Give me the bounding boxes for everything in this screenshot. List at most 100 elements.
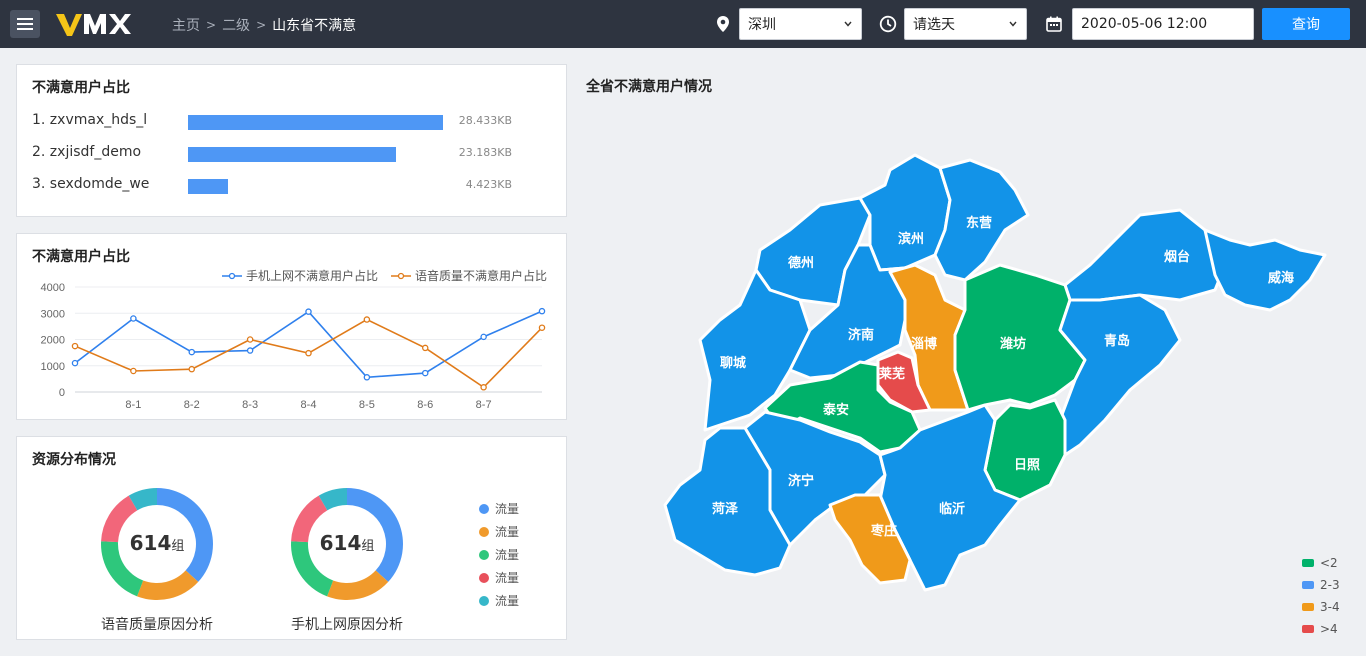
data-point[interactable]: [246, 347, 254, 354]
legend-label: 流量: [495, 594, 520, 608]
query-button[interactable]: 查询: [1262, 8, 1350, 40]
breadcrumb-level2[interactable]: 二级: [222, 15, 250, 35]
menu-icon-line: [17, 23, 33, 25]
map-legend: <2 2-3 3-4 >4: [1302, 552, 1340, 640]
region-label: 潍坊: [1000, 336, 1026, 351]
vmax-logo: [56, 14, 131, 36]
city-select[interactable]: 深圳: [739, 8, 862, 40]
ranking-card: 不满意用户占比 1. zxvmax_hds_l 28.433KB 2. zxji…: [16, 64, 567, 217]
top-bar: 主页 > 二级 > 山东省不满意 深圳 请选天 2020-05-06 12:00…: [0, 0, 1366, 48]
ranking-bar: [188, 115, 443, 130]
x-tick-label: 8-1: [125, 399, 141, 411]
map-title: 全省不满意用户情况: [586, 79, 712, 95]
data-point[interactable]: [130, 315, 137, 322]
donut-center-value: 614组: [97, 531, 217, 555]
ranking-value: 23.183KB: [458, 146, 512, 159]
region-qingdao[interactable]: [1058, 293, 1182, 457]
data-point[interactable]: [538, 324, 546, 331]
legend-swatch: [1302, 581, 1314, 589]
ranking-label: 1. zxvmax_hds_l: [32, 112, 148, 128]
legend-dot: [479, 549, 489, 560]
region-label: 东营: [966, 215, 992, 230]
chevron-right-icon: >: [256, 18, 267, 32]
region-label: 聊城: [720, 355, 746, 370]
data-point[interactable]: [421, 344, 429, 352]
ranking-row[interactable]: 1. zxvmax_hds_l 28.433KB: [32, 111, 552, 131]
donut-center-unit: 组: [361, 539, 375, 554]
breadcrumb-home[interactable]: 主页: [172, 15, 200, 35]
x-tick-label: 8-6: [417, 399, 433, 411]
ranking-row[interactable]: 2. zxjisdf_demo 23.183KB: [32, 143, 552, 163]
x-tick-label: 8-3: [242, 399, 258, 411]
region-label: 威海: [1268, 270, 1294, 285]
donut-slice[interactable]: [137, 570, 199, 600]
map-legend-item[interactable]: 2-3: [1302, 574, 1340, 596]
data-point[interactable]: [71, 342, 79, 350]
pie-legend-item[interactable]: 流量: [479, 589, 519, 612]
donut-center-value: 614组: [287, 531, 407, 555]
y-tick-label: 0: [59, 387, 65, 399]
pie-legend-item[interactable]: 流量: [479, 520, 519, 543]
data-point[interactable]: [480, 333, 487, 341]
data-point[interactable]: [421, 369, 429, 377]
map-legend-item[interactable]: <2: [1302, 552, 1340, 574]
ranking-value: 4.423KB: [465, 178, 512, 191]
region-label: 青岛: [1104, 333, 1130, 348]
region-label: 济南: [848, 327, 874, 342]
x-tick-label: 8-2: [184, 399, 200, 411]
donut-center-unit: 组: [171, 539, 185, 554]
map-legend-item[interactable]: >4: [1302, 618, 1340, 640]
region-rizhao[interactable]: [983, 398, 1067, 502]
legend-label: 流量: [495, 525, 520, 539]
data-point[interactable]: [363, 374, 371, 381]
region-label: 烟台: [1164, 249, 1190, 264]
legend-label: 2-3: [1320, 578, 1340, 592]
day-select[interactable]: 请选天: [904, 8, 1027, 40]
y-tick-label: 4000: [41, 282, 65, 294]
donut-title-mobile: 手机上网原因分析: [291, 617, 403, 633]
pie-legend-item[interactable]: 流量: [479, 543, 519, 566]
legend-label: 流量: [495, 548, 520, 562]
datetime-input[interactable]: 2020-05-06 12:00: [1072, 8, 1254, 40]
ranking-row[interactable]: 3. sexdomde_we 4.423KB: [32, 175, 552, 195]
region-yantai[interactable]: [1063, 208, 1227, 302]
region-label: 泰安: [822, 402, 849, 417]
x-tick-label: 8-5: [359, 399, 375, 411]
menu-button[interactable]: [10, 10, 40, 38]
pie-legend-item[interactable]: 流量: [479, 566, 519, 589]
data-point[interactable]: [305, 349, 312, 357]
resource-card: 资源分布情况 614组 语音质量原因分析 614组 手机上网原因分析 流量 流量…: [16, 436, 567, 640]
donut-slice[interactable]: [327, 570, 389, 600]
breadcrumb: 主页 > 二级 > 山东省不满意: [172, 15, 356, 35]
data-point[interactable]: [188, 348, 195, 356]
data-point[interactable]: [130, 367, 137, 375]
data-point[interactable]: [480, 384, 487, 391]
chevron-down-icon: [1009, 21, 1017, 27]
region-weihai[interactable]: [1203, 228, 1327, 312]
legend-label: 流量: [495, 502, 520, 516]
y-tick-label: 3000: [41, 308, 65, 320]
ranking-label: 3. sexdomde_we: [32, 176, 150, 192]
data-point[interactable]: [363, 316, 371, 323]
legend-swatch: [1302, 559, 1314, 567]
ranking-title: 不满意用户占比: [32, 80, 130, 96]
ranking-bar: [188, 179, 228, 194]
data-point[interactable]: [71, 359, 79, 367]
map-legend-item[interactable]: 3-4: [1302, 596, 1340, 618]
calendar-icon: [1046, 16, 1062, 32]
chevron-down-icon: [844, 21, 852, 27]
data-point[interactable]: [188, 365, 195, 373]
datetime-value: 2020-05-06 12:00: [1081, 16, 1208, 32]
region-label: 枣庄: [870, 523, 897, 538]
pie-legend-item[interactable]: 流量: [479, 497, 519, 520]
data-point[interactable]: [305, 308, 312, 315]
x-tick-label: 8-4: [301, 399, 317, 411]
region-label: 淄博: [911, 336, 937, 351]
donut-center-number: 614: [129, 531, 172, 555]
ranking-label: 2. zxjisdf_demo: [32, 144, 142, 160]
data-point[interactable]: [246, 336, 254, 343]
shandong-map: 德州 滨州 东营 烟台 威海 聊城 济南 淄博 潍坊 青岛 莱芜 泰安 日照 济…: [663, 153, 1327, 592]
ranking-value: 28.433KB: [458, 114, 512, 127]
data-point[interactable]: [538, 307, 546, 315]
legend-label: 3-4: [1320, 600, 1340, 614]
